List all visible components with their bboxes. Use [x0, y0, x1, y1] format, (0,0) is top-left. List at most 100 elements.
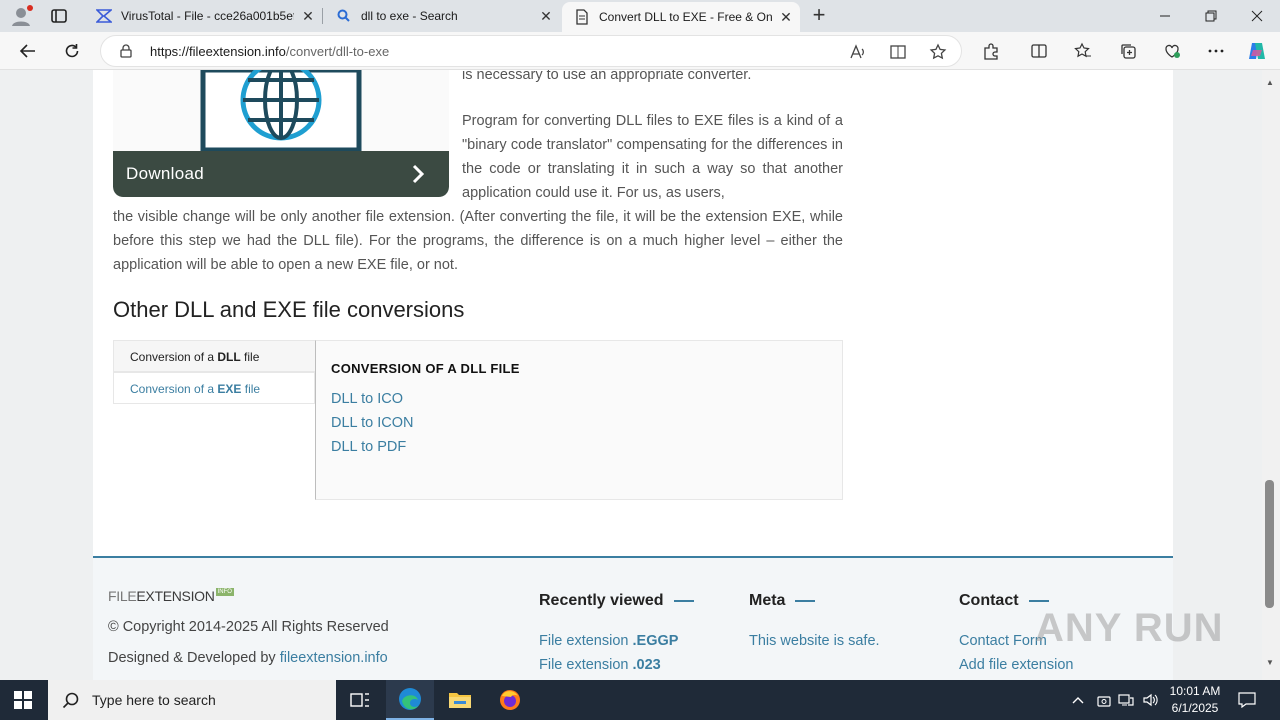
recently-viewed-heading: Recently viewed [539, 592, 694, 610]
tab-label-prefix: Conversion of a [130, 350, 218, 364]
tab-actions-icon[interactable] [50, 7, 68, 25]
firefox-icon[interactable] [486, 680, 534, 720]
link-prefix: File extension [539, 633, 633, 649]
heading-text: Contact [959, 592, 1019, 609]
download-button[interactable]: Download [113, 151, 449, 197]
system-clock[interactable]: 10:01 AM 6/1/2025 [1160, 683, 1230, 717]
address-bar[interactable]: https://fileextension.info/convert/dll-t… [100, 35, 962, 67]
notifications-icon[interactable] [1236, 680, 1258, 720]
refresh-icon[interactable] [61, 40, 83, 62]
clock-date: 6/1/2025 [1171, 701, 1219, 715]
scrollbar-thumb[interactable] [1265, 480, 1274, 608]
url-path: /convert/dll-to-exe [285, 44, 390, 59]
tab-separator [322, 8, 323, 24]
close-tab-icon[interactable]: ✕ [772, 9, 800, 26]
close-window-button[interactable] [1234, 0, 1280, 32]
tab-virustotal[interactable]: VirusTotal - File - cce26a001b5efd ✕ [84, 0, 322, 32]
network-icon[interactable] [1116, 680, 1136, 720]
logo-part-extension: EXTENSION [136, 588, 215, 604]
search-icon [336, 8, 352, 24]
collections-icon[interactable] [1117, 40, 1139, 62]
designer-link[interactable]: fileextension.info [280, 650, 388, 666]
new-tab-button[interactable]: + [808, 4, 830, 27]
conversions-widget: Conversion of a DLL file Conversion of a… [113, 340, 843, 500]
virustotal-icon [95, 8, 114, 24]
recent-link-023[interactable]: File extension .023 [539, 657, 661, 673]
download-label: Download [126, 164, 205, 183]
security-tray-icon[interactable] [1094, 680, 1114, 720]
tab-title: Convert DLL to EXE - Free & Onli [599, 10, 772, 24]
tab-title: VirusTotal - File - cce26a001b5efd [121, 9, 294, 23]
favorites-icon[interactable] [1072, 40, 1094, 62]
read-aloud-icon[interactable] [849, 43, 867, 61]
tab-search[interactable]: dll to exe - Search ✕ [324, 0, 560, 32]
recent-link-eggp[interactable]: File extension .EGGP [539, 633, 678, 649]
split-screen-icon[interactable] [1028, 40, 1050, 62]
url-text[interactable]: https://fileextension.info/convert/dll-t… [150, 44, 389, 59]
main-content: Download is necessary to use an appropri… [93, 70, 1173, 556]
tab-label-prefix: Conversion of a [130, 382, 218, 396]
copilot-icon[interactable] [1246, 40, 1268, 62]
laptop-globe-illustration [200, 70, 362, 153]
file-explorer-icon[interactable] [436, 680, 484, 720]
immersive-reader-icon[interactable] [889, 43, 907, 61]
url-domain: https://fileextension.info [150, 44, 286, 59]
page-viewport: Download is necessary to use an appropri… [0, 70, 1262, 680]
download-card[interactable]: Download [113, 70, 449, 197]
back-icon[interactable] [17, 40, 39, 62]
tab-label-suffix: file [240, 350, 260, 364]
panel-heading: CONVERSION OF A DLL FILE [331, 361, 520, 376]
browser-essentials-icon[interactable] [1161, 40, 1183, 62]
page-icon [574, 9, 590, 25]
link-dll-to-ico[interactable]: DLL to ICO [331, 391, 403, 407]
search-icon [62, 692, 79, 709]
contact-form-link[interactable]: Contact Form [959, 633, 1047, 649]
tab-title: dll to exe - Search [361, 9, 458, 23]
conversion-panel: CONVERSION OF A DLL FILE DLL to ICO DLL … [315, 340, 843, 500]
converter-paragraph: Program for converting DLL files to EXE … [462, 113, 843, 201]
search-placeholder: Type here to search [92, 692, 216, 708]
logo-part-file: FILE [108, 588, 137, 604]
windows-taskbar: Type here to search 10:01 AM 6/1/2025 [0, 680, 1280, 720]
task-view-icon[interactable] [336, 680, 384, 720]
profile-avatar[interactable] [10, 5, 33, 27]
scroll-up-icon[interactable]: ▲ [1266, 78, 1274, 87]
more-options-icon[interactable] [1205, 40, 1227, 62]
tab-label-suffix: file [241, 382, 261, 396]
section-title: Other DLL and EXE file conversions [113, 297, 465, 322]
meta-heading: Meta [749, 592, 816, 610]
close-tab-icon[interactable]: ✕ [532, 8, 560, 25]
heading-text: Recently viewed [539, 592, 664, 609]
volume-icon[interactable] [1140, 680, 1160, 720]
restore-button[interactable] [1188, 0, 1234, 32]
tab-active-convert[interactable]: Convert DLL to EXE - Free & Onli ✕ [562, 2, 800, 32]
heading-dash [1028, 599, 1049, 602]
page-scrollbar[interactable]: ▲ ▼ [1262, 70, 1280, 680]
link-ext: .EGGP [632, 633, 679, 649]
edge-taskbar-icon[interactable] [386, 680, 434, 720]
tab-label-ext: DLL [217, 350, 241, 364]
tab-label-ext: EXE [217, 382, 242, 396]
scroll-down-icon[interactable]: ▼ [1266, 658, 1274, 667]
close-tab-icon[interactable]: ✕ [294, 8, 322, 25]
heading-text: Meta [749, 592, 786, 609]
link-dll-to-pdf[interactable]: DLL to PDF [331, 439, 406, 455]
intro-paragraph-tail: is necessary to use an appropriate conve… [462, 70, 752, 83]
add-extension-link[interactable]: Add file extension [959, 657, 1073, 673]
tab-dll-conversion[interactable]: Conversion of a DLL file [113, 340, 315, 372]
anyrun-watermark: ANY RUN [1035, 606, 1224, 650]
minimize-button[interactable] [1142, 0, 1188, 32]
lock-icon[interactable] [119, 44, 133, 58]
site-logo[interactable]: FILEEXTENSION INFO [108, 588, 234, 604]
taskbar-search-box[interactable]: Type here to search [48, 680, 336, 720]
favorite-star-icon[interactable] [929, 43, 947, 61]
tab-exe-conversion[interactable]: Conversion of a EXE file [113, 372, 315, 404]
show-hidden-icons-icon[interactable] [1068, 680, 1088, 720]
extensions-icon[interactable] [980, 40, 1002, 62]
website-safe-link[interactable]: This website is safe. [749, 633, 880, 649]
windows-start-icon[interactable] [14, 691, 32, 709]
chevron-right-icon [412, 164, 425, 184]
browser-tab-strip: VirusTotal - File - cce26a001b5efd ✕ dll… [0, 0, 1280, 32]
link-dll-to-icon[interactable]: DLL to ICON [331, 415, 413, 431]
link-ext: .023 [632, 657, 661, 673]
